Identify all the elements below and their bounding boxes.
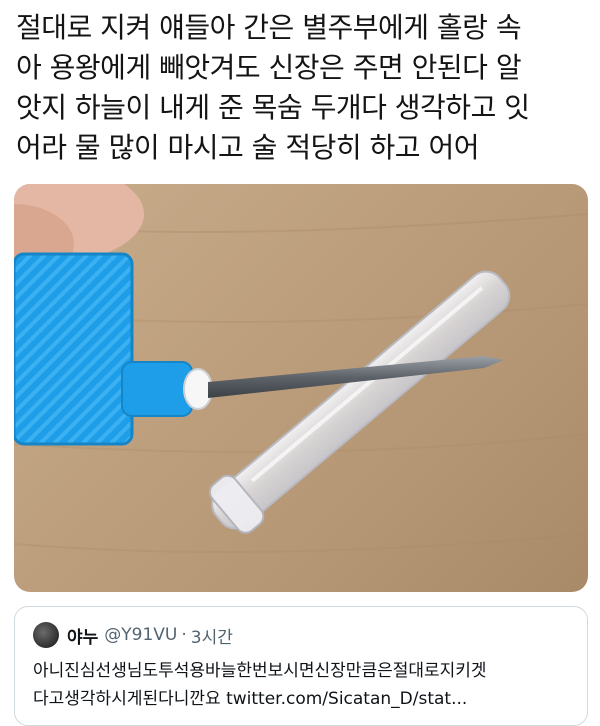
tweet-text-line: 앗지 하늘이 내게 준 목숨 두개다 생각하고 잇 (16, 91, 530, 124)
tweet-text: 절대로 지켜 얘들아 간은 별주부에게 홀랑 속 아 용왕에게 빼앗겨도 신장은… (16, 8, 588, 168)
tweet-photo[interactable] (14, 184, 588, 592)
separator-dot: · (181, 625, 187, 645)
quoted-tweet-text: 아니진심선생님도투석용바늘한번보시면신장만큼은절대로지키겟 다고생각하시게된다니… (33, 657, 573, 713)
quoted-tweet[interactable]: 야누 @Y91VU · 3시간 아니진심선생님도투석용바늘한번보시면신장만큼은절… (14, 606, 588, 726)
tweet-text-line: 어라 물 많이 마시고 술 적당히 하고 어어 (16, 131, 479, 164)
quoted-timestamp[interactable]: 3시간 (191, 623, 233, 648)
quoted-author-name[interactable]: 야누 (67, 623, 98, 648)
quoted-author-handle[interactable]: @Y91VU (104, 625, 177, 645)
avatar[interactable] (33, 622, 59, 648)
quoted-text-line: 다고생각하시게된다니깐요 twitter.com/Sicatan_D/stat.… (33, 689, 468, 709)
needle-photo-illustration (14, 184, 588, 553)
tweet-text-line: 절대로 지켜 얘들아 간은 별주부에게 홀랑 속 (16, 11, 522, 44)
quoted-text-line: 아니진심선생님도투석용바늘한번보시면신장만큼은절대로지키겟 (33, 661, 487, 681)
quoted-tweet-header: 야누 @Y91VU · 3시간 (33, 621, 233, 649)
tweet-text-line: 아 용왕에게 빼앗겨도 신장은 주면 안된다 알 (16, 51, 522, 84)
